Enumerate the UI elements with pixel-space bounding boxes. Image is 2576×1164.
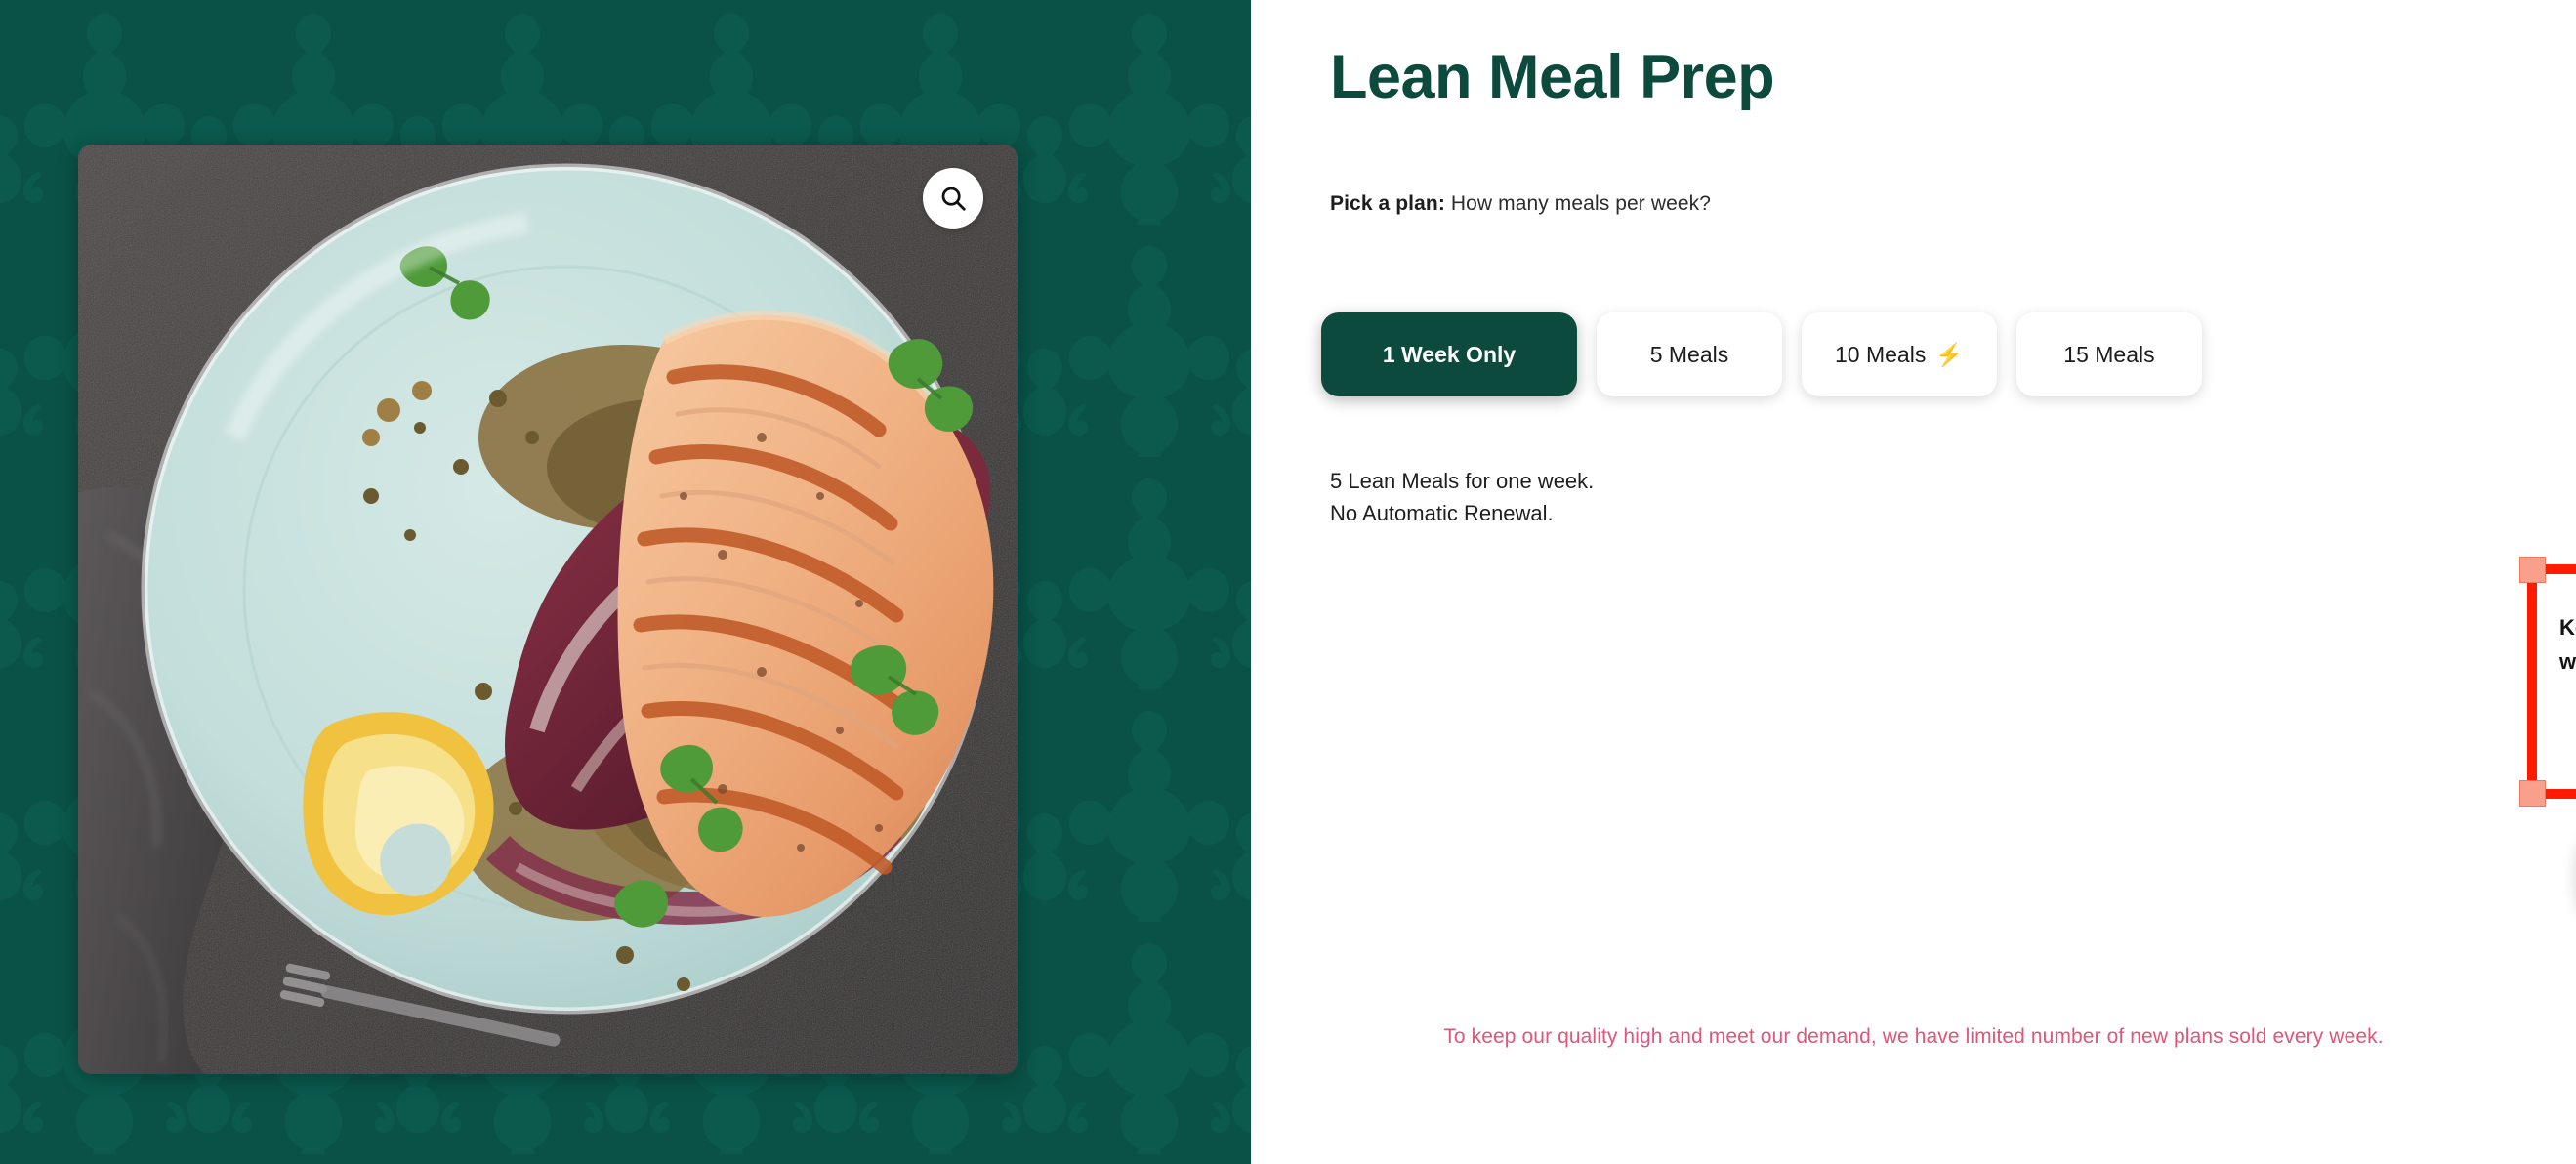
plan-option-5-meals[interactable]: 5 Meals [1597,312,1782,396]
page-title: Lean Meal Prep [1330,43,1775,111]
plan-option-label: 15 Meals [2063,341,2155,367]
consistency-note: Keep in mind, consistency is the key. To… [2559,615,2576,675]
product-page: Lean Meal Prep Pick a plan: How many mea… [0,0,2576,1164]
scarcity-note: To keep our quality high and meet our de… [1443,1025,2384,1048]
plan-option-label: 1 Week Only [1382,341,1517,367]
selection-handle-bottom-left[interactable] [2519,780,2546,807]
plan-option-15-meals[interactable]: 15 Meals [2015,312,2202,396]
pick-a-plan-lead: Pick a plan: [1330,192,1445,215]
plan-option-10-meals[interactable]: 10 Meals ⚡ [1802,312,1997,396]
lightning-bolt-icon: ⚡ [1935,341,1964,367]
product-gallery-panel [0,0,1251,1164]
pick-a-plan-label: Pick a plan: How many meals per week? [1330,192,1711,216]
plan-description: 5 Lean Meals for one week. No Automatic … [1330,469,1595,526]
selection-handle-top-left[interactable] [2519,557,2546,583]
selection-highlight-box [2519,557,2576,807]
plan-option-label: 10 Meals [1835,341,1927,367]
search-icon [941,187,966,211]
product-image[interactable] [78,145,1018,1074]
plan-option-label: 5 Meals [1649,341,1729,367]
pick-a-plan-question: How many meals per week? [1444,192,1712,215]
product-info-panel: Lean Meal Prep Pick a plan: How many mea… [1251,0,2576,1164]
plan-option-1-week-only[interactable]: 1 Week Only [1321,312,1577,396]
zoom-image-button[interactable] [923,168,983,229]
plan-options-group: 1 Week Only 5 Meals 10 Meals ⚡ 15 Meals [1321,312,2222,396]
